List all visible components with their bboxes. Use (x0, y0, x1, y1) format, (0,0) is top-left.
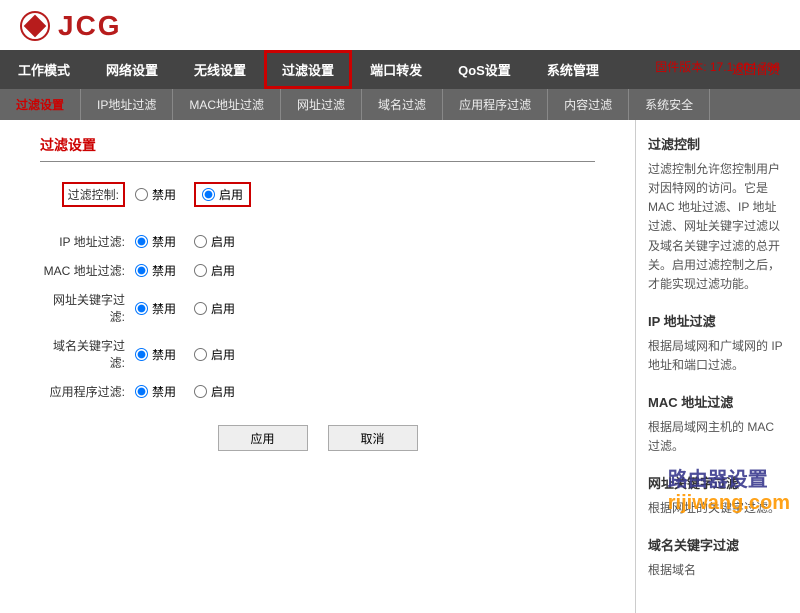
logo-icon (20, 11, 50, 41)
firmware-version: 固件版本: 17.1.004.786 (655, 58, 780, 75)
filter-row-0-disable[interactable]: 禁用 (135, 233, 176, 250)
filter-row-label: MAC 地址过滤: (40, 262, 135, 279)
logo-text: JCG (58, 10, 122, 42)
sub-tab-6[interactable]: 内容过滤 (548, 89, 629, 120)
filter-row-1-disable[interactable]: 禁用 (135, 262, 176, 279)
filter-row-4: 应用程序过滤:禁用 启用 (40, 383, 595, 400)
main-tab-1[interactable]: 网络设置 (88, 50, 176, 89)
main-tab-4[interactable]: 端口转发 (352, 50, 440, 89)
main-tab-6[interactable]: 系统管理 (529, 50, 617, 89)
help-title-4: 域名关键字过滤 (648, 536, 788, 557)
filter-row-label: 网址关键字过滤: (40, 291, 135, 325)
filter-row-3: 域名关键字过滤:禁用 启用 (40, 337, 595, 371)
sub-tab-7[interactable]: 系统安全 (629, 89, 710, 120)
filter-row-4-enable[interactable]: 启用 (194, 383, 235, 400)
main-panel: 过滤设置 过滤控制: 禁用 启用 IP 地址过滤:禁用启用MAC 地址过滤:禁用… (0, 120, 635, 613)
filter-row-4-disable[interactable]: 禁用 (135, 383, 176, 400)
help-title-2: MAC 地址过滤 (648, 393, 788, 414)
filter-row-1: MAC 地址过滤:禁用 启用 (40, 262, 595, 279)
filter-control-enable-highlight: 启用 (194, 182, 251, 207)
sub-tab-2[interactable]: MAC地址过滤 (173, 89, 281, 120)
main-tab-5[interactable]: QoS设置 (440, 50, 529, 89)
sub-tab-3[interactable]: 网址过滤 (281, 89, 362, 120)
help-sidebar: 过滤控制过滤控制允许您控制用户对因特网的访问。它是MAC 地址过滤、IP 地址过… (635, 120, 800, 613)
filter-row-label: 应用程序过滤: (40, 383, 135, 400)
filter-row-3-enable[interactable]: 启用 (194, 346, 235, 363)
logo: JCG (20, 10, 122, 42)
filter-row-0: IP 地址过滤:禁用 启用 (40, 233, 595, 250)
filter-control-disable[interactable]: 禁用 (135, 186, 176, 203)
sub-tab-1[interactable]: IP地址过滤 (81, 89, 173, 120)
help-body-0: 过滤控制允许您控制用户对因特网的访问。它是MAC 地址过滤、IP 地址过滤、网址… (648, 160, 788, 294)
filter-row-label: IP 地址过滤: (40, 233, 135, 250)
filter-row-1-enable[interactable]: 启用 (194, 262, 235, 279)
filter-control-label: 过滤控制: (62, 182, 125, 207)
watermark: 路由器设置 rijiwang.com (668, 463, 790, 515)
sub-tab-5[interactable]: 应用程序过滤 (443, 89, 548, 120)
help-title-0: 过滤控制 (648, 135, 788, 156)
panel-title: 过滤设置 (40, 135, 595, 162)
sub-tab-4[interactable]: 域名过滤 (362, 89, 443, 120)
filter-row-2-enable[interactable]: 启用 (194, 300, 235, 317)
help-body-1: 根据局域网和广域网的 IP 地址和端口过滤。 (648, 337, 788, 375)
help-body-2: 根据局域网主机的 MAC 过滤。 (648, 418, 788, 456)
apply-button[interactable]: 应用 (218, 425, 308, 451)
filter-row-label: 域名关键字过滤: (40, 337, 135, 371)
filter-row-0-enable[interactable]: 启用 (194, 233, 235, 250)
main-tab-3[interactable]: 过滤设置 (264, 50, 352, 89)
help-title-1: IP 地址过滤 (648, 312, 788, 333)
filter-row-3-disable[interactable]: 禁用 (135, 346, 176, 363)
filter-row-2-disable[interactable]: 禁用 (135, 300, 176, 317)
filter-control-enable[interactable]: 启用 (202, 186, 243, 203)
main-tab-2[interactable]: 无线设置 (176, 50, 264, 89)
main-tab-0[interactable]: 工作模式 (0, 50, 88, 89)
filter-row-2: 网址关键字过滤:禁用 启用 (40, 291, 595, 325)
filter-control-row: 过滤控制: 禁用 启用 (40, 182, 595, 207)
help-body-4: 根据域名 (648, 561, 788, 580)
sub-tab-0[interactable]: 过滤设置 (0, 89, 81, 120)
cancel-button[interactable]: 取消 (328, 425, 418, 451)
sub-nav: 过滤设置IP地址过滤MAC地址过滤网址过滤域名过滤应用程序过滤内容过滤系统安全 (0, 89, 800, 120)
